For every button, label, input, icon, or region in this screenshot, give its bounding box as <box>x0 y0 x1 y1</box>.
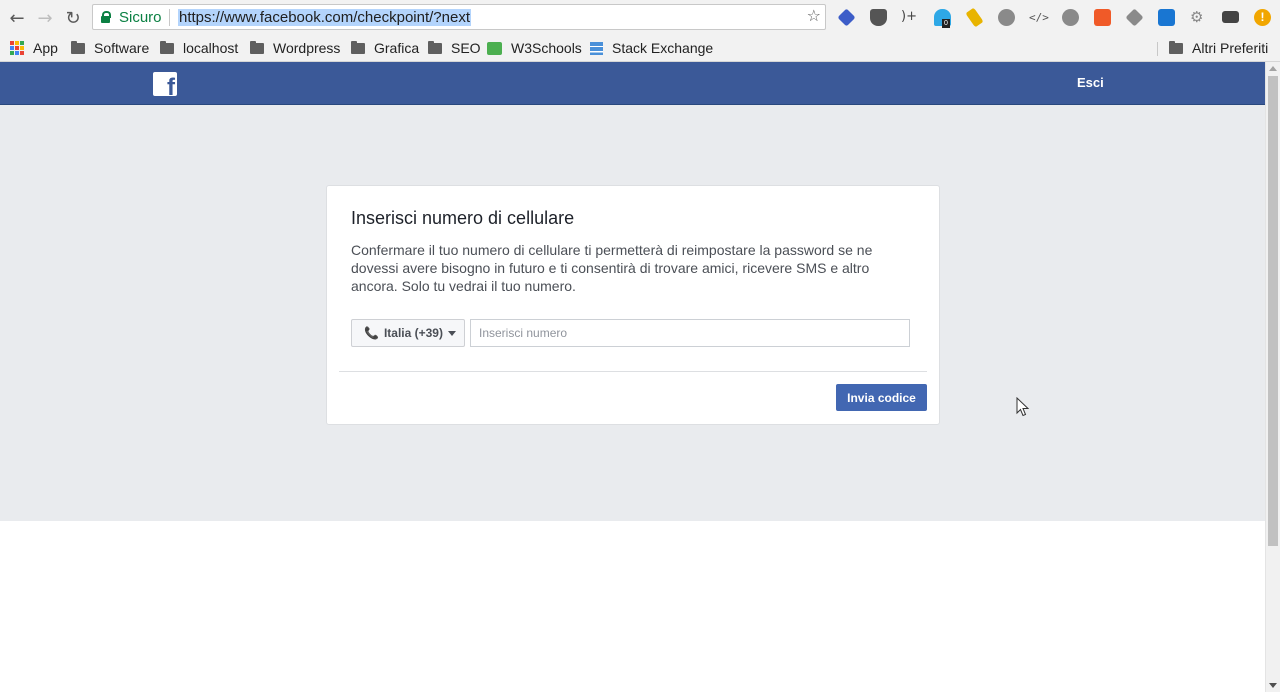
ghostery-icon[interactable]: 0 <box>934 9 951 28</box>
laptop-icon[interactable] <box>1222 11 1239 23</box>
folder-icon <box>428 40 442 54</box>
bookmark-label: localhost <box>183 40 239 56</box>
phone-number-input[interactable] <box>470 319 910 347</box>
address-bar[interactable]: Sicuro https://www.facebook.com/checkpoi… <box>92 4 826 30</box>
bookmark-apps[interactable]: App <box>10 39 58 57</box>
dialog-divider <box>339 371 927 372</box>
zoho-icon[interactable] <box>1094 9 1111 26</box>
dialog-title: Inserisci numero di cellulare <box>351 208 575 228</box>
logout-link[interactable]: Esci <box>1077 75 1104 90</box>
mouse-cursor-icon <box>1016 397 1030 417</box>
url-text[interactable]: https://www.facebook.com/checkpoint/?nex… <box>178 9 471 26</box>
folder-icon <box>351 40 365 54</box>
address-separator <box>169 9 170 26</box>
bookmarks-divider <box>1157 42 1158 56</box>
bookmark-label: SEO <box>451 40 481 56</box>
arrow-right-icon: → <box>37 7 53 29</box>
reload-button[interactable]: ↻ <box>62 7 84 29</box>
bookmarks-bar: App Software localhost Wordpress Grafica… <box>0 36 1280 62</box>
secure-label: Sicuro <box>119 9 162 26</box>
logo-letter: f <box>167 74 175 97</box>
broom-icon[interactable] <box>965 7 984 28</box>
apps-grid-icon <box>10 41 24 55</box>
forward-button[interactable]: → <box>34 7 56 29</box>
pocket-icon[interactable] <box>870 9 887 26</box>
layers-icon[interactable] <box>1125 8 1144 27</box>
stack-exchange-icon <box>590 41 603 55</box>
folder-icon <box>71 40 85 54</box>
web-developer-icon[interactable] <box>998 9 1015 26</box>
reload-icon: ↻ <box>65 7 81 29</box>
country-code-selector[interactable]: 📞 Italia (+39) <box>351 319 465 347</box>
bookmark-label: W3Schools <box>511 40 582 56</box>
box-extension-icon[interactable] <box>837 8 856 27</box>
bookmark-folder-grafica[interactable]: Grafica <box>351 39 419 57</box>
warning-icon[interactable]: ! <box>1254 9 1271 26</box>
send-code-button[interactable]: Invia codice <box>836 384 927 411</box>
bookmark-folder-wordpress[interactable]: Wordpress <box>250 39 340 57</box>
folder-icon <box>1169 40 1183 54</box>
bookmark-w3schools[interactable]: W3Schools <box>487 39 582 57</box>
country-code-label: Italia (+39) <box>383 326 443 340</box>
bookmark-folder-seo[interactable]: SEO <box>428 39 481 57</box>
code-icon[interactable]: </> <box>1029 9 1049 26</box>
page-scrollbar[interactable] <box>1265 62 1280 692</box>
w3schools-icon <box>487 41 502 55</box>
folder-icon <box>250 40 264 54</box>
bookmark-label: Altri Preferiti <box>1192 40 1269 56</box>
bookmark-label: App <box>33 40 58 56</box>
folder-icon <box>160 40 174 54</box>
rss-plus-icon[interactable]: )+ <box>901 9 918 26</box>
wordpress-icon[interactable] <box>1062 9 1079 26</box>
dialog-description: Confermare il tuo numero di cellulare ti… <box>351 242 873 294</box>
gear-icon[interactable]: ⚙ <box>1190 9 1207 26</box>
caret-down-icon <box>447 330 456 336</box>
bookmark-other-favorites[interactable]: Altri Preferiti <box>1169 39 1268 57</box>
arrow-left-icon: ← <box>9 7 25 29</box>
bookmark-folder-software[interactable]: Software <box>71 39 149 57</box>
scroll-up-icon[interactable] <box>1269 66 1277 71</box>
facebook-header: f Esci <box>0 62 1265 105</box>
facebook-logo-icon[interactable]: f <box>153 72 177 96</box>
star-icon[interactable]: ☆ <box>807 6 821 25</box>
bookmark-label: Software <box>94 40 150 56</box>
back-button[interactable]: ← <box>6 7 28 29</box>
browser-toolbar: ← → ↻ Sicuro https://www.facebook.com/ch… <box>0 0 1280 36</box>
bookmark-folder-localhost[interactable]: localhost <box>160 39 238 57</box>
add-phone-dialog: Inserisci numero di cellulare Confermare… <box>326 185 940 425</box>
bookmark-label: Grafica <box>374 40 420 56</box>
cloud-icon[interactable] <box>1158 9 1175 26</box>
bookmark-label: Stack Exchange <box>612 40 714 56</box>
bookmark-stack-exchange[interactable]: Stack Exchange <box>590 39 713 57</box>
lock-icon <box>101 11 111 23</box>
phone-icon: 📞 <box>364 326 379 340</box>
extension-badge: 0 <box>942 19 950 28</box>
scroll-down-icon[interactable] <box>1269 683 1277 688</box>
bookmark-label: Wordpress <box>273 40 341 56</box>
scroll-thumb[interactable] <box>1268 76 1278 546</box>
